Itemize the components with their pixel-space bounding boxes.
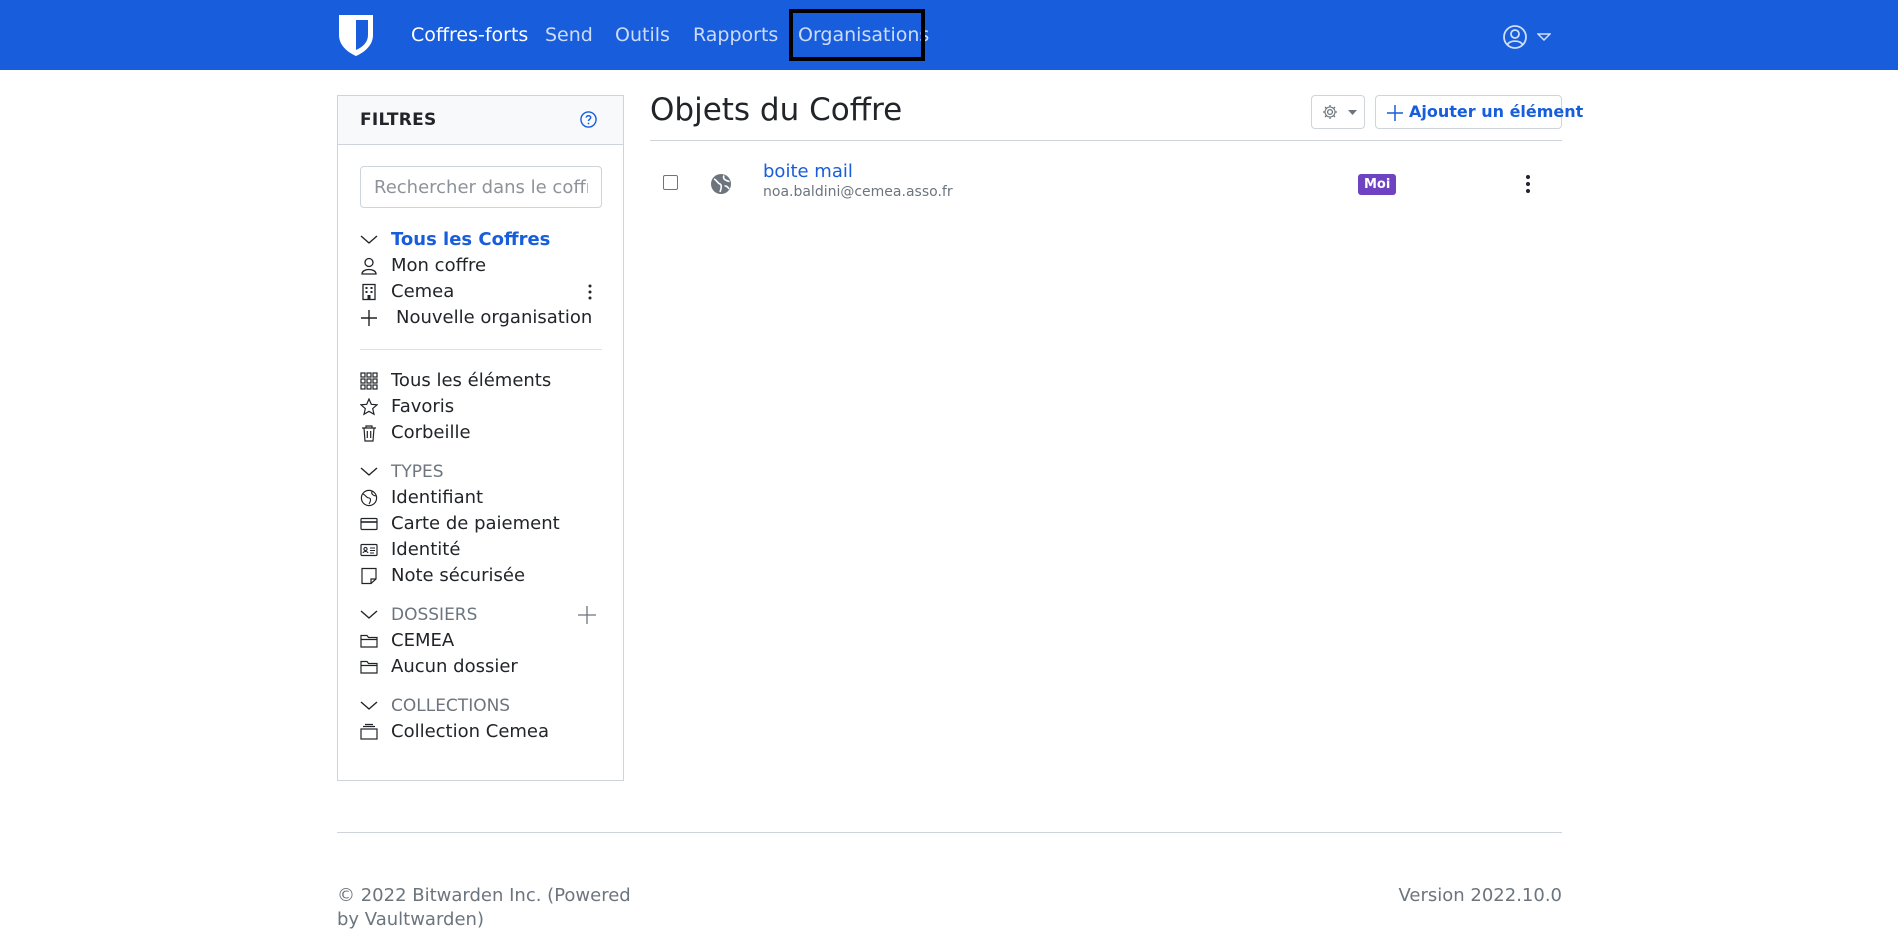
filters-header: FILTRES — [338, 96, 623, 145]
globe-outline-icon — [360, 489, 378, 507]
footer-divider — [337, 832, 1562, 833]
filter-label: Cemea — [391, 281, 455, 302]
filter-label: Aucun dossier — [391, 656, 518, 677]
filter-label: Favoris — [391, 396, 455, 417]
filter-label: Carte de paiement — [391, 513, 560, 534]
footer-version: Version 2022.10.0 — [1398, 885, 1562, 906]
filter-label: Tous les éléments — [391, 370, 552, 391]
item-name-link[interactable]: boite mail — [763, 161, 853, 182]
nav-reports[interactable]: Rapports — [693, 0, 778, 70]
section-label: TYPES — [391, 462, 444, 482]
org-options-kebab-icon[interactable] — [584, 282, 596, 302]
vault-search-input[interactable] — [360, 166, 602, 208]
chevron-down-icon[interactable] — [360, 231, 378, 249]
add-folder-plus-icon[interactable] — [577, 605, 597, 625]
user-icon — [361, 257, 377, 275]
add-item-label: Ajouter un élément — [1409, 102, 1584, 121]
filter-label: Identité — [391, 539, 461, 560]
nav-tools[interactable]: Outils — [615, 0, 670, 70]
top-navbar: Coffres-forts Send Outils Rapports Organ… — [0, 0, 1898, 70]
filters-sidebar: FILTRES Tous les Coffres Mon coffre Ceme… — [337, 95, 624, 781]
chevron-down-icon[interactable] — [360, 463, 378, 481]
folder-icon — [360, 634, 378, 648]
nav-vaults[interactable]: Coffres-forts — [411, 0, 528, 70]
bulk-actions-dropdown-button[interactable] — [1311, 95, 1365, 129]
user-circle-icon — [1503, 25, 1527, 49]
caret-down-icon — [1348, 110, 1357, 115]
filters-title: FILTRES — [360, 110, 437, 130]
bitwarden-shield-logo[interactable] — [337, 13, 375, 57]
chevron-down-icon[interactable] — [360, 697, 378, 715]
gear-icon — [1323, 105, 1337, 119]
item-options-kebab-icon[interactable] — [1519, 172, 1537, 196]
collection-icon — [360, 723, 378, 740]
sticky-note-icon — [361, 567, 377, 585]
plus-icon — [1387, 105, 1403, 121]
filter-label: CEMEA — [391, 630, 455, 651]
footer-copyright: © 2022 Bitwarden Inc. (Powered by Vaultw… — [337, 885, 631, 930]
section-label: DOSSIERS — [391, 605, 478, 625]
filter-label: Tous les Coffres — [391, 229, 551, 250]
item-select-checkbox[interactable] — [663, 175, 678, 190]
add-item-button[interactable]: Ajouter un élément — [1375, 95, 1583, 129]
trash-icon — [362, 425, 376, 442]
help-circle-icon[interactable] — [580, 111, 597, 128]
title-divider — [650, 140, 1562, 141]
star-icon — [360, 398, 378, 416]
chevron-down-icon[interactable] — [360, 606, 378, 624]
globe-icon — [711, 174, 731, 194]
id-card-icon — [360, 543, 378, 557]
filter-label: Mon coffre — [391, 255, 487, 276]
filter-label: Note sécurisée — [391, 565, 526, 586]
grid-icon — [360, 372, 378, 390]
caret-down-icon — [1537, 33, 1551, 41]
owner-badge: Moi — [1358, 174, 1397, 195]
item-username: noa.baldini@cemea.asso.fr — [763, 184, 953, 200]
section-label: COLLECTIONS — [391, 696, 511, 716]
sidebar-divider — [360, 349, 602, 350]
credit-card-icon — [360, 517, 378, 531]
filter-label: Corbeille — [391, 422, 471, 443]
account-menu[interactable] — [1502, 24, 1562, 50]
folder-icon — [360, 660, 378, 674]
focus-highlight-box — [789, 9, 925, 61]
building-icon — [362, 283, 376, 301]
filter-label: Nouvelle organisation — [396, 307, 593, 328]
filter-label: Identifiant — [391, 487, 484, 508]
plus-icon — [361, 310, 377, 326]
nav-send[interactable]: Send — [545, 0, 593, 70]
filter-label: Collection Cemea — [391, 721, 550, 742]
page-title: Objets du Coffre — [650, 92, 903, 128]
